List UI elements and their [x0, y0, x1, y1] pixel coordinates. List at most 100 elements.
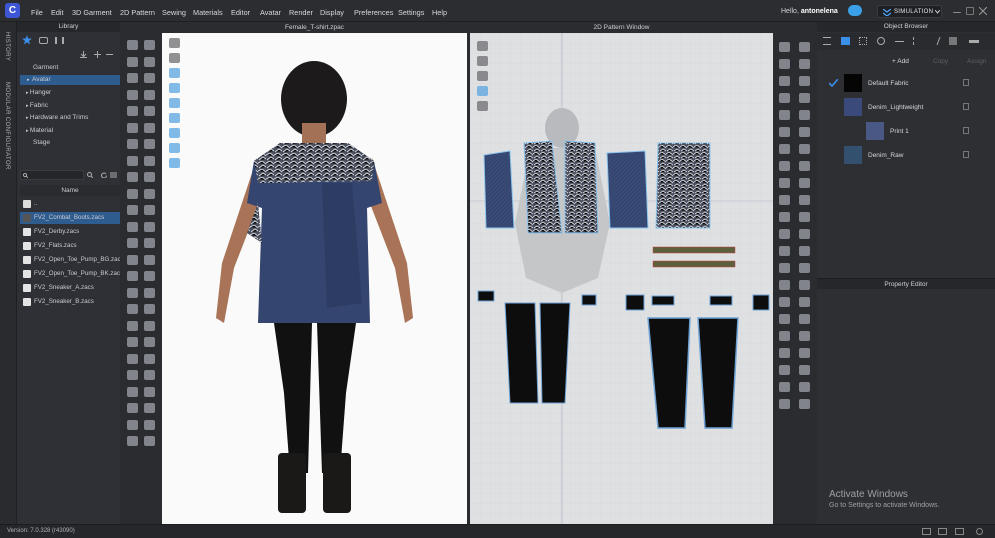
tool-icon[interactable] — [127, 304, 138, 314]
add-icon[interactable] — [94, 51, 101, 58]
pattern-pants-right-front[interactable] — [539, 302, 571, 404]
pattern-sleeve-right[interactable] — [606, 150, 649, 229]
library-file-row[interactable]: FV2_Combat_Boots.zacs — [20, 212, 120, 224]
tool-icon[interactable] — [127, 139, 138, 149]
tool-icon[interactable] — [144, 221, 155, 232]
2d-pattern-window[interactable]: 2D Pattern Window — [470, 22, 773, 524]
tool-icon[interactable] — [127, 40, 138, 50]
3d-view-icon[interactable] — [169, 38, 180, 48]
fabric-item[interactable]: Print 1 — [817, 120, 995, 142]
tool-icon[interactable] — [144, 89, 155, 100]
tool-icon[interactable] — [144, 386, 155, 397]
tool-icon[interactable] — [779, 76, 790, 86]
tool-icon[interactable] — [799, 229, 810, 239]
tool-icon[interactable] — [127, 73, 138, 83]
3d-view-icon[interactable] — [169, 98, 180, 108]
fabric-option-icon[interactable] — [963, 151, 969, 158]
tool-icon[interactable] — [127, 155, 138, 166]
pattern-pants-left-front[interactable] — [504, 302, 539, 404]
menu-2d-pattern[interactable]: 2D Pattern — [120, 8, 155, 17]
menu-3d-garment[interactable]: 3D Garment — [72, 8, 112, 17]
tool-icon[interactable] — [799, 59, 810, 69]
tool-icon[interactable] — [799, 212, 810, 222]
tool-icon[interactable] — [127, 89, 138, 100]
cloud-icon[interactable] — [848, 5, 862, 16]
tool-icon[interactable] — [799, 399, 810, 409]
tool-icon[interactable] — [144, 271, 155, 281]
2d-view-icon[interactable] — [477, 41, 488, 51]
tool-icon[interactable] — [799, 178, 810, 188]
remove-icon[interactable] — [106, 51, 113, 58]
3d-view-icon[interactable] — [169, 143, 180, 153]
list-view-icon[interactable] — [110, 172, 117, 178]
assign-button[interactable]: Assign — [967, 58, 987, 65]
fabric-option-icon[interactable] — [963, 79, 969, 86]
tool-icon[interactable] — [779, 229, 790, 239]
minimize-icon[interactable] — [953, 12, 961, 13]
3d-view-icon[interactable] — [169, 53, 180, 63]
tool-icon[interactable] — [144, 139, 155, 149]
tool-icon[interactable] — [144, 205, 155, 215]
tool-icon[interactable] — [779, 59, 790, 69]
cloud-library-icon[interactable] — [39, 37, 48, 44]
pattern-yoke-4[interactable] — [752, 294, 770, 311]
pattern-canvas[interactable] — [470, 33, 773, 524]
pattern-yoke-2[interactable] — [651, 295, 675, 306]
tool-icon[interactable] — [779, 331, 790, 341]
name-column-header[interactable]: Name — [20, 185, 120, 196]
tool-icon[interactable] — [144, 254, 155, 265]
tree-garment[interactable]: Garment — [33, 64, 58, 71]
library-file-row[interactable]: FV2_Open_Toe_Pump_BG.zacs — [20, 254, 124, 266]
library-search-input[interactable] — [20, 170, 84, 180]
library-file-row[interactable]: FV2_Sneaker_A.zacs — [20, 282, 120, 294]
library-file-row[interactable]: FV2_Flats.zacs — [20, 240, 120, 252]
tool-icon[interactable] — [127, 238, 138, 248]
menu-materials[interactable]: Materials — [193, 8, 223, 17]
tool-icon[interactable] — [127, 419, 138, 430]
tool-icon[interactable] — [799, 76, 810, 86]
tool-icon[interactable] — [779, 195, 790, 205]
fabric-item[interactable]: Denim_Raw — [817, 144, 995, 166]
restore-icon[interactable] — [966, 7, 974, 15]
menu-display[interactable]: Display — [320, 8, 344, 17]
tool-icon[interactable] — [144, 337, 155, 347]
tool-icon[interactable] — [144, 172, 155, 182]
tool-icon[interactable] — [779, 42, 790, 52]
2d-view-icon[interactable] — [477, 71, 488, 81]
tool-icon[interactable] — [144, 106, 155, 116]
list-icon[interactable] — [823, 37, 831, 45]
menu-editor[interactable]: Editor — [231, 8, 250, 17]
tool-icon[interactable] — [799, 93, 810, 103]
3d-view-icon[interactable] — [169, 128, 180, 138]
buttonhole-tab-icon[interactable] — [877, 37, 885, 45]
tool-icon[interactable] — [127, 172, 138, 182]
tool-icon[interactable] — [779, 280, 790, 290]
tool-icon[interactable] — [799, 331, 810, 341]
fabric-tab-icon[interactable] — [841, 37, 850, 45]
tool-icon[interactable] — [799, 195, 810, 205]
tree-stage[interactable]: Stage — [33, 139, 50, 146]
menu-help[interactable]: Help — [432, 8, 447, 17]
tool-icon[interactable] — [779, 263, 790, 273]
tool-icon[interactable] — [799, 161, 810, 171]
3d-view-icon[interactable] — [169, 68, 180, 78]
tool-icon[interactable] — [799, 365, 810, 375]
tool-icon[interactable] — [144, 403, 155, 413]
tool-icon[interactable] — [799, 110, 810, 120]
tool-icon[interactable] — [779, 314, 790, 324]
tool-icon[interactable] — [127, 436, 138, 446]
tool-icon[interactable] — [779, 212, 790, 222]
tool-icon[interactable] — [144, 122, 155, 133]
tool-icon[interactable] — [127, 106, 138, 116]
tool-icon[interactable] — [779, 161, 790, 171]
pattern-pocket[interactable] — [477, 290, 495, 302]
tool-icon[interactable] — [144, 370, 155, 380]
library-file-row[interactable]: FV2_Open_Toe_Pump_BK.zacs — [20, 268, 123, 280]
tool-icon[interactable] — [144, 155, 155, 166]
tool-icon[interactable] — [144, 73, 155, 83]
3d-view-icon[interactable] — [169, 113, 180, 123]
tool-icon[interactable] — [779, 93, 790, 103]
tool-icon[interactable] — [799, 246, 810, 256]
menu-avatar[interactable]: Avatar — [260, 8, 281, 17]
tool-icon[interactable] — [144, 353, 155, 364]
